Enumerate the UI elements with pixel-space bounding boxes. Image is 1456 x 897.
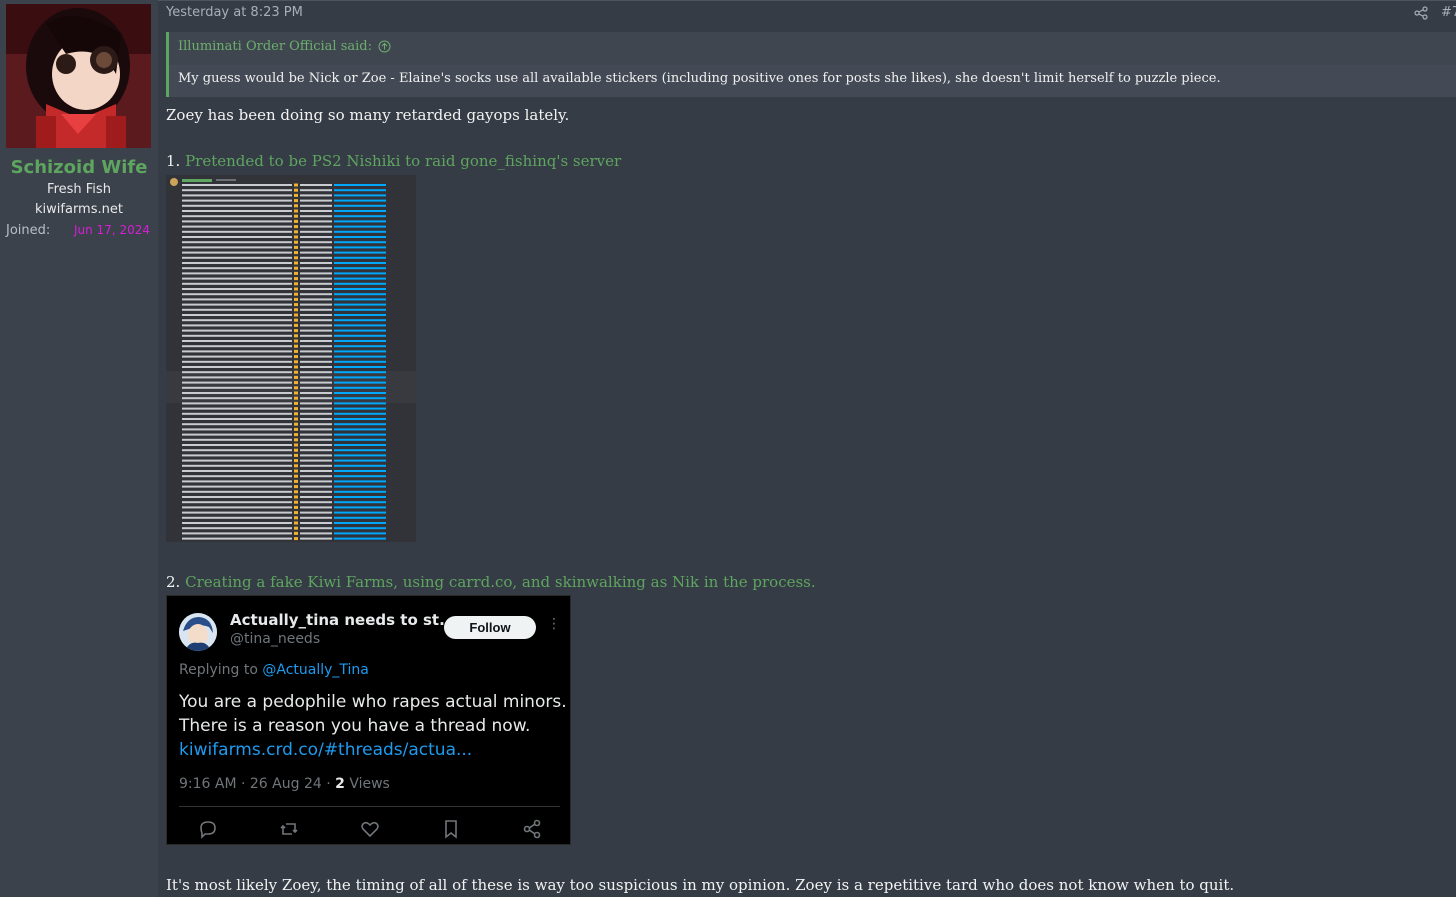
post-timestamp[interactable]: Yesterday at 8:23 PM [166, 5, 303, 20]
tweet-actions [167, 818, 572, 840]
tweet-link[interactable]: kiwifarms.crd.co/#threads/actua... [179, 738, 567, 762]
user-title: Fresh Fish [47, 182, 111, 197]
more-options-icon[interactable]: ⋮ [547, 616, 561, 632]
reply-icon[interactable] [197, 818, 219, 840]
post-paragraph: Zoey has been doing so many retarded gay… [166, 106, 570, 124]
tweet-display-name[interactable]: Actually_tina needs to st... [230, 611, 456, 629]
tweet-handle[interactable]: @tina_needs [230, 631, 320, 647]
tweet-meta: 9:16 AM · 26 Aug 24 · 2 Views [179, 776, 390, 792]
tweet-embed-image[interactable]: Actually_tina needs to st... @tina_needs… [166, 595, 571, 845]
post-number[interactable]: #7 [1441, 5, 1456, 20]
anime-avatar-icon [6, 4, 151, 148]
share-icon[interactable] [1414, 6, 1428, 20]
replying-prefix: Replying to [179, 662, 263, 678]
joined-label: Joined: [6, 223, 51, 238]
user-site: kiwifarms.net [35, 202, 123, 217]
tweet-line: There is a reason you have a thread now. [179, 716, 531, 736]
share-icon[interactable] [521, 818, 543, 840]
tweet-time[interactable]: 9:16 AM · 26 Aug 24 · [179, 776, 335, 792]
retweet-icon[interactable] [278, 818, 300, 840]
tweet-line: You are a pedophile who rapes actual min… [179, 692, 567, 712]
joined-date: Jun 17, 2024 [73, 223, 150, 237]
list-item: 1. Pretended to be PS2 Nishiki to raid g… [166, 152, 621, 170]
views-label: Views [344, 776, 390, 792]
quote-text: My guess would be Nick or Zoe - Elaine's… [169, 65, 1456, 97]
replying-to-link[interactable]: @Actually_Tina [262, 662, 369, 678]
post-body: Yesterday at 8:23 PM #7 Illuminati Order… [158, 0, 1456, 897]
quote-block: Illuminati Order Official said: My guess… [166, 32, 1456, 97]
views-count: 2 [335, 776, 345, 792]
bookmark-icon[interactable] [440, 818, 462, 840]
discord-screenshot-image[interactable] [166, 175, 416, 542]
post-paragraph: It's most likely Zoey, the timing of all… [166, 876, 1235, 894]
username[interactable]: Schizoid Wife [0, 157, 158, 178]
like-icon[interactable] [359, 818, 381, 840]
avatar[interactable] [6, 4, 151, 148]
arrow-up-circle-icon[interactable] [378, 40, 391, 53]
tweet-avatar[interactable] [179, 613, 217, 651]
quote-author[interactable]: Illuminati Order Official said: [178, 39, 372, 54]
discord-spam-image [166, 175, 416, 542]
user-sidebar: Schizoid Wife Fresh Fish kiwifarms.net J… [0, 0, 158, 897]
tweet-text: You are a pedophile who rapes actual min… [179, 690, 567, 762]
item-link[interactable]: Pretended to be PS2 Nishiki to raid gone… [185, 152, 621, 170]
list-number: 1. [166, 152, 186, 170]
list-item: 2. Creating a fake Kiwi Farms, using car… [166, 573, 816, 591]
replying-to: Replying to @Actually_Tina [179, 662, 369, 678]
list-number: 2. [166, 573, 186, 591]
follow-button[interactable]: Follow [444, 616, 536, 639]
item-link[interactable]: Creating a fake Kiwi Farms, using carrd.… [185, 573, 816, 591]
profile-picture-icon [179, 613, 217, 651]
quote-header[interactable]: Illuminati Order Official said: [178, 39, 391, 54]
divider [179, 806, 560, 807]
